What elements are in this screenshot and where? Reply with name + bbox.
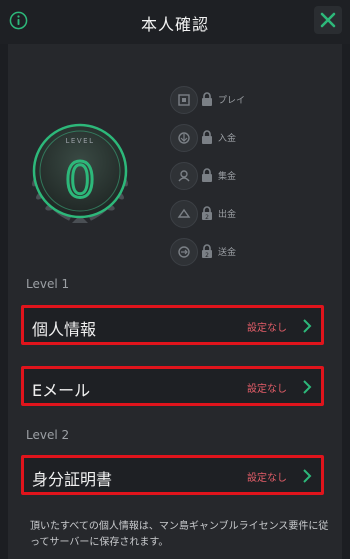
level-value: 0 [65, 153, 96, 209]
withdraw-icon [170, 200, 198, 228]
close-icon [320, 12, 336, 28]
header-bar: 本人確認 [0, 0, 350, 44]
status-label: 設定なし [247, 473, 287, 484]
lock-icon: 2 [202, 244, 212, 258]
feature-label: プレイ [218, 96, 246, 106]
lock-icon: 2 [202, 206, 212, 220]
feature-transfer: 2 送金 [170, 238, 300, 268]
id-document-row[interactable]: 身分証明書 設定なし [21, 455, 324, 495]
deposit-icon [170, 124, 198, 152]
status-label: 設定なし [247, 384, 287, 395]
feature-collect: 集金 [170, 162, 300, 192]
privacy-note: 頂いたすべての個人情報は、マン島ギャンブルライセンス要件に従ってサーバーに保存さ… [30, 521, 329, 548]
row-title: 身分証明書 [32, 470, 113, 489]
chevron-right-icon [303, 469, 312, 483]
transfer-icon [170, 238, 198, 266]
chevron-right-icon [303, 380, 312, 394]
chevron-right-icon [303, 319, 312, 333]
lock-icon [202, 168, 212, 182]
feature-label: 送金 [218, 248, 237, 258]
feature-label: 出金 [218, 210, 237, 220]
feature-label: 集金 [218, 172, 237, 182]
svg-text:2: 2 [205, 252, 209, 258]
level-badge: LEVEL 0 [32, 123, 128, 223]
page-title: 本人確認 [140, 15, 209, 34]
lock-icon [202, 130, 212, 144]
row-title: Eメール [32, 381, 91, 400]
feature-label: 入金 [218, 134, 237, 144]
close-button[interactable] [314, 6, 342, 34]
collect-icon [170, 162, 198, 190]
play-icon [170, 86, 198, 114]
section-level2: Level 2 [26, 428, 70, 442]
feature-deposit: 入金 [170, 124, 300, 154]
row-title: 個人情報 [32, 320, 97, 339]
level-label: LEVEL [66, 137, 95, 145]
personal-info-row[interactable]: 個人情報 設定なし [21, 305, 324, 345]
section-level1: Level 1 [26, 277, 70, 291]
status-label: 設定なし [247, 323, 287, 334]
lock-icon [202, 92, 212, 106]
feature-play: プレイ [170, 86, 300, 116]
svg-text:2: 2 [205, 214, 209, 220]
feature-withdraw: 2 出金 [170, 200, 300, 230]
email-row[interactable]: Eメール 設定なし [21, 366, 324, 406]
